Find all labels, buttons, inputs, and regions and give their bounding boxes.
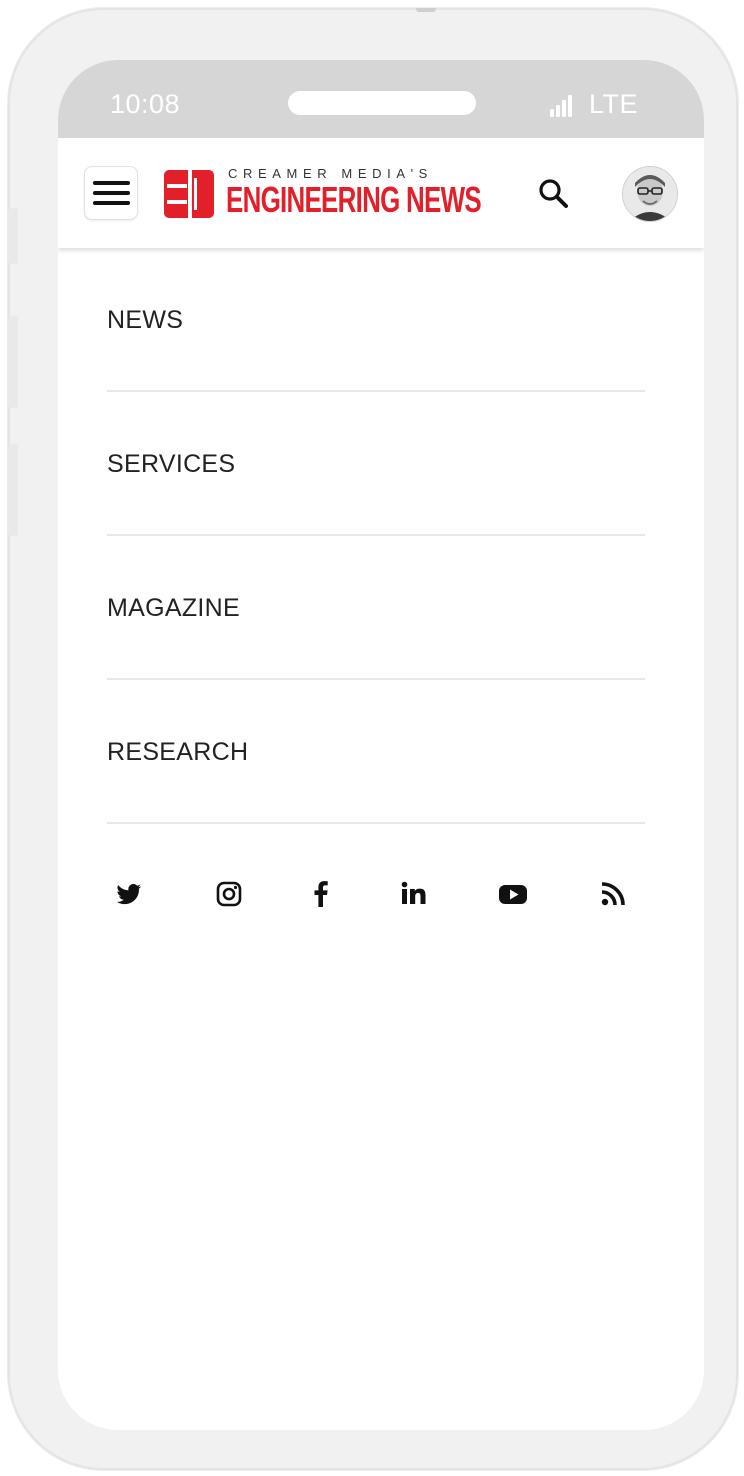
screen: 10:08 LTE CREAMER MEDIA'S ENGINEERING NE…	[58, 60, 704, 1430]
logo-mark-icon	[164, 170, 214, 218]
phone-frame: 10:08 LTE CREAMER MEDIA'S ENGINEERING NE…	[8, 8, 738, 1470]
menu-button[interactable]	[84, 166, 138, 220]
menu-item-services[interactable]: SERVICES	[107, 392, 645, 536]
menu-item-research[interactable]: RESEARCH	[107, 680, 645, 824]
menu-item-label: RESEARCH	[107, 738, 249, 766]
youtube-icon[interactable]	[497, 878, 529, 910]
notch	[288, 91, 476, 115]
side-button	[8, 316, 18, 408]
hamburger-icon	[93, 181, 130, 185]
menu-item-label: SERVICES	[107, 450, 236, 478]
status-bar: 10:08 LTE	[58, 60, 704, 138]
hamburger-icon-bar	[93, 201, 130, 205]
status-time: 10:08	[110, 89, 181, 119]
side-button	[8, 444, 18, 536]
top-nub	[416, 8, 436, 12]
menu-item-news[interactable]: NEWS	[107, 248, 645, 392]
hamburger-icon-bar	[93, 191, 130, 195]
facebook-icon[interactable]	[305, 878, 337, 910]
logo-wordmark: ENGINEERING NEWS	[226, 179, 482, 220]
network-label: LTE	[589, 89, 639, 119]
search-button[interactable]	[536, 176, 572, 212]
site-logo[interactable]: CREAMER MEDIA'S ENGINEERING NEWS	[164, 166, 482, 222]
linkedin-icon[interactable]	[397, 878, 429, 910]
twitter-icon[interactable]	[113, 878, 145, 910]
menu-item-magazine[interactable]: MAGAZINE	[107, 536, 645, 680]
nav-menu: NEWS SERVICES MAGAZINE RESEARCH	[107, 248, 645, 824]
social-links	[107, 872, 645, 916]
side-button	[8, 208, 18, 264]
avatar-icon	[623, 167, 677, 221]
menu-item-label: NEWS	[107, 306, 184, 334]
rss-icon[interactable]	[597, 878, 629, 910]
signal-icon	[550, 95, 578, 117]
menu-item-label: MAGAZINE	[107, 594, 240, 622]
instagram-icon[interactable]	[213, 878, 245, 910]
user-avatar[interactable]	[622, 166, 678, 222]
search-icon	[539, 179, 568, 208]
site-header: CREAMER MEDIA'S ENGINEERING NEWS	[58, 138, 704, 248]
